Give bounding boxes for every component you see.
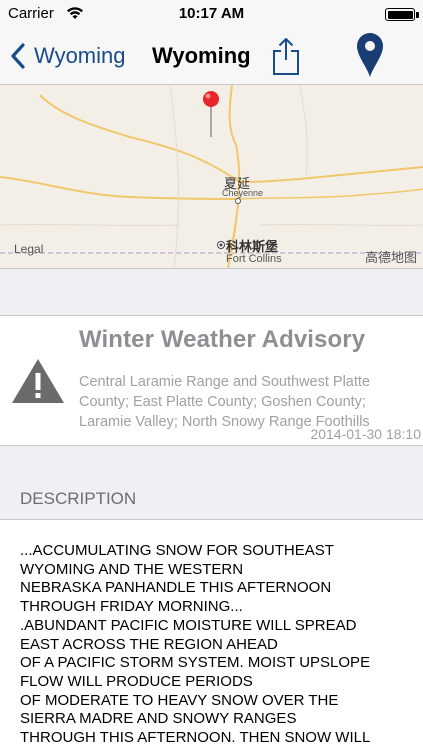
map-label-cheyenne: Cheyenne (222, 188, 264, 198)
description-body: ...ACCUMULATING SNOW FOR SOUTHEAST WYOMI… (0, 520, 423, 750)
map-provider-label: 高德地图 (364, 250, 417, 265)
description-section-header: DESCRIPTION (0, 446, 423, 520)
warning-triangle-icon (12, 359, 64, 403)
chevron-left-icon (11, 43, 25, 69)
legal-link[interactable]: Legal (14, 242, 43, 256)
map-label-fort-collins: Fort Collins (226, 253, 282, 265)
map-view[interactable]: 夏延 Cheyenne 科林斯堡 Fort Collins Legal 高德地图 (0, 85, 423, 268)
description-text: ...ACCUMULATING SNOW FOR SOUTHEAST WYOMI… (20, 542, 371, 747)
back-button[interactable]: Wyoming (8, 40, 126, 72)
advisory-title: Winter Weather Advisory (79, 326, 366, 353)
section-gap (0, 268, 423, 315)
battery-icon (385, 8, 415, 21)
navigation-bar: Wyoming Wyoming (0, 28, 423, 85)
description-header-label: DESCRIPTION (20, 489, 137, 508)
status-bar: Carrier 10:17 AM (0, 0, 423, 28)
advisory-timestamp: 2014-01-30 18:10 (310, 426, 421, 442)
advisory-areas: Central Laramie Range and Southwest Plat… (79, 374, 370, 430)
page-title: Wyoming (152, 43, 251, 68)
map-roads (0, 85, 423, 268)
status-time: 10:17 AM (178, 5, 245, 22)
map-pin-icon[interactable] (355, 32, 385, 78)
advisory-cell: Winter Weather Advisory Central Laramie … (0, 315, 423, 446)
back-button-label: Wyoming (34, 43, 126, 68)
share-icon[interactable] (270, 36, 302, 76)
